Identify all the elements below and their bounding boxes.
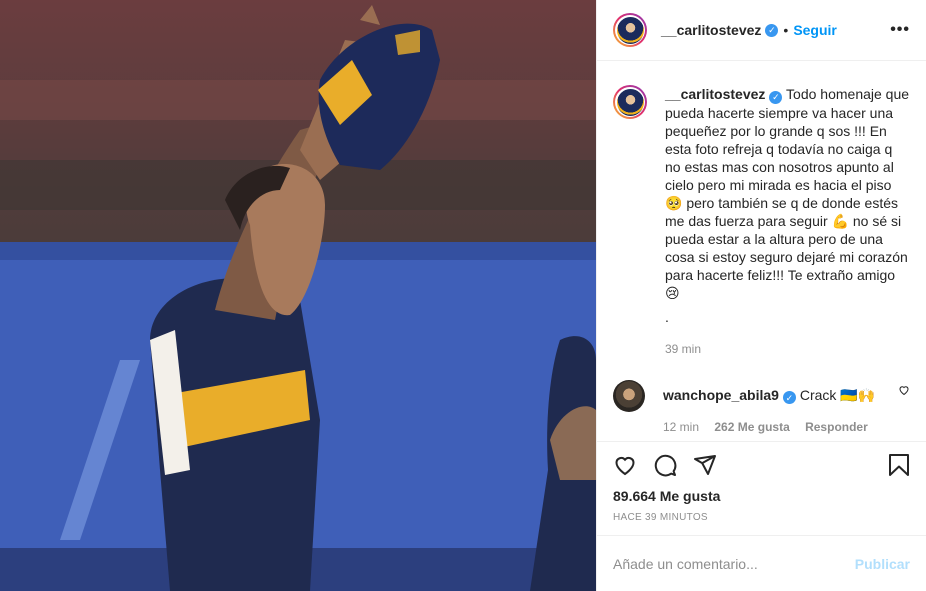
caption-avatar[interactable]	[613, 85, 647, 119]
photo-image	[0, 0, 596, 591]
comment-input[interactable]	[613, 555, 855, 572]
comment-bubble-icon[interactable]	[653, 453, 677, 480]
comment-body: wanchope_abila9 ✓ Crack 🇺🇦🙌 12 min 262 Me…	[663, 380, 880, 437]
caption-avatar-image	[616, 88, 644, 116]
avatar-image	[616, 16, 644, 44]
post-actions: 89.664 Me gusta HACE 39 MINUTOS	[597, 441, 926, 535]
comment-time[interactable]: 12 min	[663, 420, 699, 434]
post-side-panel: __carlitostevez ✓ • Seguir ••• __carlito…	[596, 0, 926, 591]
post-header: __carlitostevez ✓ • Seguir •••	[597, 0, 926, 61]
caption-meta: 39 min	[665, 340, 910, 358]
caption-extra: .	[665, 308, 669, 325]
author-avatar[interactable]	[613, 13, 647, 47]
header-author-block: __carlitostevez ✓ • Seguir	[661, 22, 837, 38]
comment-like-heart-icon[interactable]	[898, 384, 910, 399]
comment-text: Crack 🇺🇦🙌	[799, 386, 876, 403]
comment-item: wanchope_abila9 ✓ Crack 🇺🇦🙌 12 min 262 Me…	[613, 379, 910, 437]
separator-dot: •	[783, 22, 789, 38]
caption-author[interactable]: __carlitostevez	[665, 86, 765, 102]
avatar-border	[615, 15, 645, 45]
verified-badge-icon: ✓	[769, 90, 783, 104]
caption-body: __carlitostevez ✓ Todo homenaje que pueda…	[665, 85, 910, 358]
caption-avatar-border	[615, 87, 645, 117]
caption-time[interactable]: 39 min	[665, 342, 701, 356]
caption: __carlitostevez ✓ Todo homenaje que pueda…	[613, 85, 910, 358]
comments-section: __carlitostevez ✓ Todo homenaje que pueda…	[597, 61, 926, 441]
save-bookmark-icon[interactable]	[888, 453, 910, 480]
action-icons	[613, 452, 910, 480]
verified-badge-icon: ✓	[765, 23, 779, 37]
likes-count[interactable]: 89.664 Me gusta	[613, 488, 910, 504]
more-options-icon[interactable]: •••	[890, 21, 910, 39]
publish-button[interactable]: Publicar	[855, 556, 910, 572]
comment-likes[interactable]: 262 Me gusta	[714, 420, 789, 434]
post-photo[interactable]	[0, 0, 596, 591]
verified-badge-icon: ✓	[782, 391, 796, 404]
share-paper-plane-icon[interactable]	[693, 453, 717, 480]
comment-meta: 12 min 262 Me gusta Responder	[663, 418, 880, 436]
comment-composer: Publicar	[597, 535, 926, 591]
reply-button[interactable]: Responder	[805, 420, 868, 434]
post-timestamp[interactable]: HACE 39 MINUTOS	[613, 512, 910, 523]
caption-text: Todo homenaje que pueda hacerte siempre …	[665, 86, 910, 301]
author-username[interactable]: __carlitostevez	[661, 22, 761, 38]
commenter-avatar[interactable]	[613, 379, 645, 412]
like-heart-icon[interactable]	[613, 453, 637, 480]
follow-button[interactable]: Seguir	[793, 22, 837, 38]
comment-author[interactable]: wanchope_abila9	[663, 387, 779, 403]
post-window: __carlitostevez ✓ • Seguir ••• __carlito…	[0, 0, 926, 591]
